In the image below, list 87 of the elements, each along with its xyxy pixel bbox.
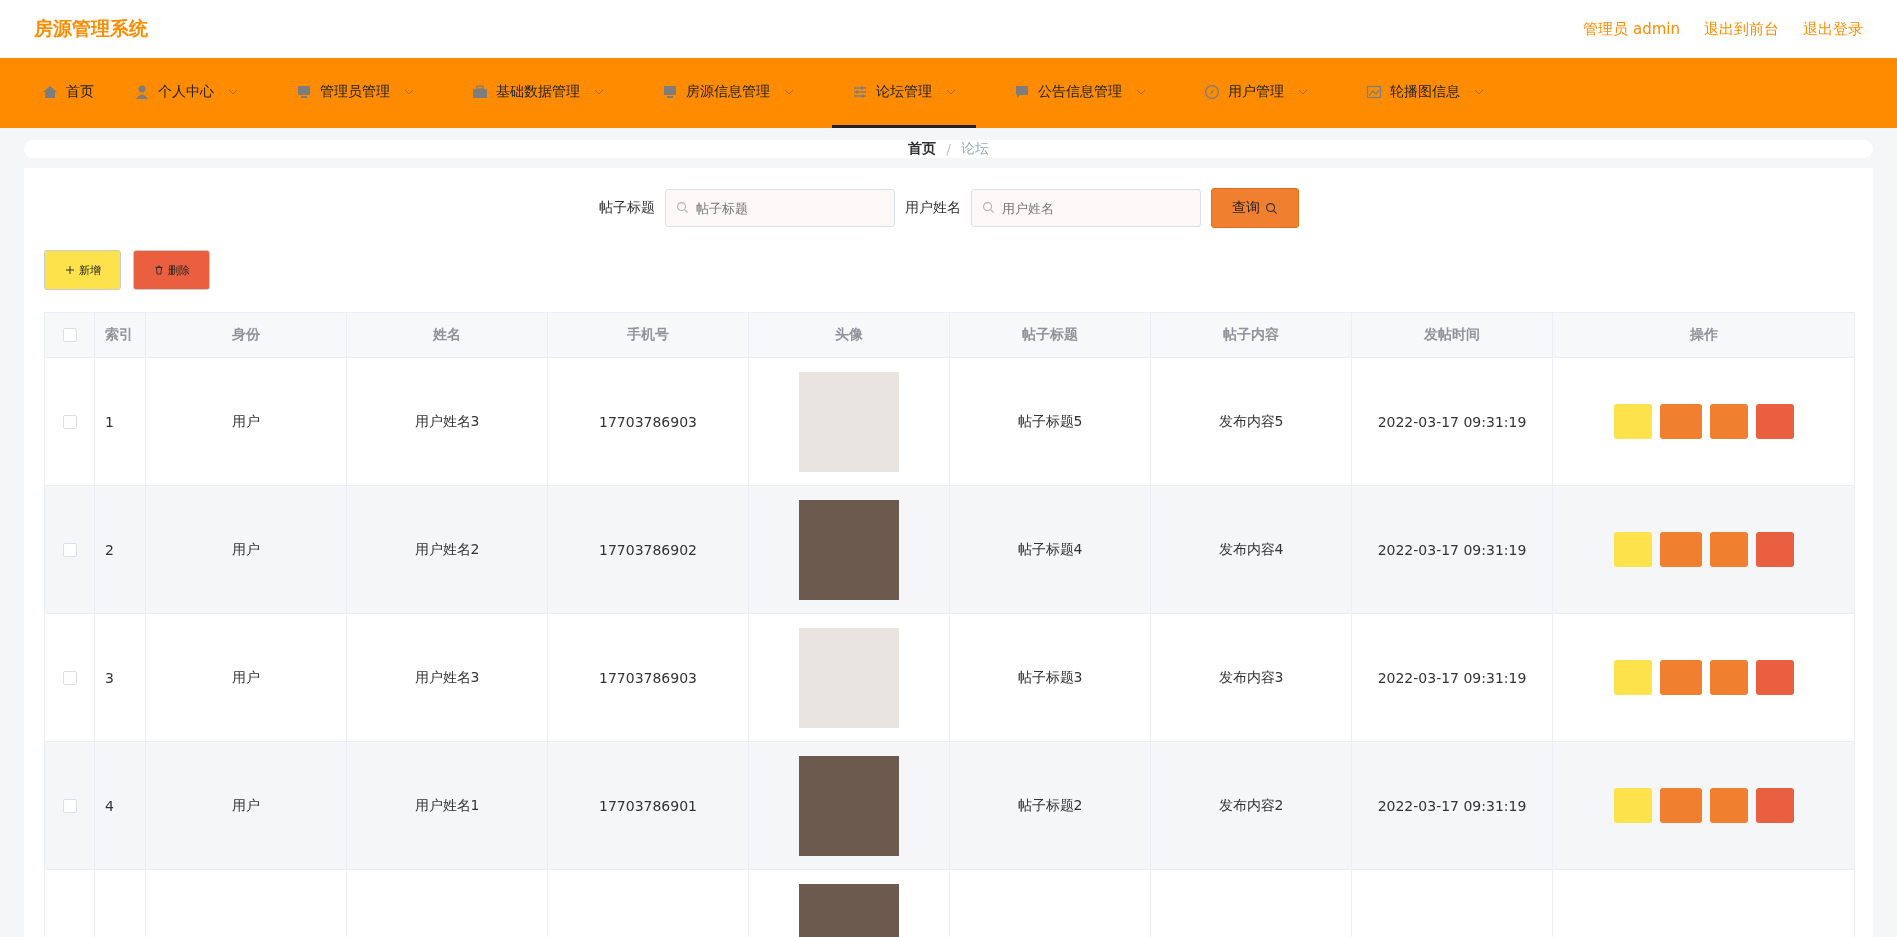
add-button[interactable]: 新增: [44, 250, 121, 290]
checkbox[interactable]: [62, 414, 77, 429]
search-icon: [1264, 201, 1278, 215]
table-cell: 2022-03-17 09:31:19: [1377, 669, 1527, 686]
column-header: 身份: [232, 326, 260, 344]
checkbox[interactable]: [62, 542, 77, 557]
column-header: 帖子标题: [1022, 326, 1078, 344]
table-cell: 发布内容4: [1218, 540, 1284, 559]
action-button[interactable]: [1659, 788, 1702, 823]
user-icon: [134, 83, 150, 100]
action-button[interactable]: [1709, 404, 1748, 439]
column-header: 手机号: [627, 326, 669, 344]
column-header: 发帖时间: [1424, 326, 1480, 344]
table-cell: 2022-03-17 09:31:19: [1377, 541, 1527, 558]
app-title: 房源管理系统: [34, 16, 148, 41]
table-cell: 用户: [232, 796, 260, 815]
table-cell: 用户: [232, 412, 260, 431]
table-cell: 17703786903: [599, 413, 697, 430]
column-header: 操作: [1689, 326, 1718, 344]
field-label: 用户姓名: [904, 199, 961, 217]
table-cell: 4: [105, 797, 114, 814]
nav-item[interactable]: 首页: [22, 58, 114, 128]
table-cell: 17703786902: [599, 541, 697, 558]
table-cell: 用户: [232, 540, 260, 559]
action-button[interactable]: [1709, 660, 1748, 695]
nav-item[interactable]: 管理员管理: [276, 58, 434, 128]
table-cell: 2022-03-17 09:31:19: [1377, 413, 1527, 430]
search-icon: [675, 201, 689, 214]
delete-button[interactable]: 删除: [133, 250, 210, 290]
search-field[interactable]: 帖子标题: [664, 189, 895, 227]
action-button[interactable]: [1659, 404, 1702, 439]
action-button[interactable]: [1755, 660, 1794, 695]
plus-icon: [64, 265, 75, 275]
table-cell: 帖子标题4: [1017, 540, 1083, 559]
table-cell: 2: [105, 541, 114, 558]
action-button[interactable]: [1709, 532, 1748, 567]
breadcrumb-separator: /: [946, 141, 951, 157]
table-cell: 帖子标题5: [1017, 412, 1083, 431]
action-button[interactable]: [1709, 788, 1748, 823]
breadcrumb-item[interactable]: 首页: [908, 140, 937, 158]
chat-icon: [1014, 83, 1030, 100]
table-cell: 17703786901: [599, 797, 697, 814]
table-cell: 发布内容2: [1218, 796, 1284, 815]
checkbox[interactable]: [62, 328, 77, 342]
briefcase-icon: [472, 83, 488, 100]
table-cell: 用户姓名2: [414, 540, 480, 559]
table-cell: 帖子标题2: [1017, 796, 1083, 815]
nav-item[interactable]: 个人中心: [114, 58, 258, 128]
table-cell: 用户姓名3: [414, 412, 480, 431]
nav-item[interactable]: 论坛管理: [832, 58, 976, 128]
checkbox[interactable]: [62, 798, 77, 813]
table-cell: 用户姓名1: [414, 796, 480, 815]
column-header: 索引: [105, 326, 133, 344]
compass-icon: [1204, 83, 1220, 100]
nav-item[interactable]: 公告信息管理: [994, 58, 1166, 128]
table-cell: 发布内容3: [1218, 668, 1284, 687]
action-button[interactable]: [1755, 532, 1794, 567]
column-header: 帖子内容: [1223, 326, 1279, 344]
action-button[interactable]: [1755, 404, 1794, 439]
table-cell: 发布内容5: [1218, 412, 1284, 431]
nav-item[interactable]: 用户管理: [1184, 58, 1328, 128]
home-icon: [42, 83, 58, 100]
nav-item[interactable]: 轮播图信息: [1346, 58, 1504, 128]
table-cell: 用户姓名3: [414, 668, 480, 687]
checkbox[interactable]: [62, 670, 77, 685]
field-label: 帖子标题: [598, 199, 655, 217]
table-cell: 1: [105, 413, 114, 430]
monitor-icon: [662, 83, 678, 100]
table-cell: 帖子标题3: [1017, 668, 1083, 687]
action-button[interactable]: [1659, 532, 1702, 567]
table-cell: 17703786903: [599, 669, 697, 686]
image-icon: [1366, 83, 1382, 100]
action-button[interactable]: [1659, 660, 1702, 695]
search-field[interactable]: 用户姓名: [970, 189, 1201, 227]
trash-icon: [153, 265, 164, 275]
action-button[interactable]: [1755, 788, 1794, 823]
monitor-icon: [296, 83, 312, 100]
table-cell: 2022-03-17 09:31:19: [1377, 797, 1527, 814]
column-header: 姓名: [433, 326, 461, 344]
nav-item[interactable]: 基础数据管理: [452, 58, 624, 128]
column-header: 头像: [835, 326, 863, 344]
table-cell: 用户: [232, 668, 260, 687]
search-icon: [981, 201, 995, 214]
nav-item[interactable]: 房源信息管理: [642, 58, 814, 128]
table-cell: 3: [105, 669, 114, 686]
query-button[interactable]: 查询: [1210, 188, 1299, 228]
breadcrumb-item: 论坛: [960, 140, 989, 158]
